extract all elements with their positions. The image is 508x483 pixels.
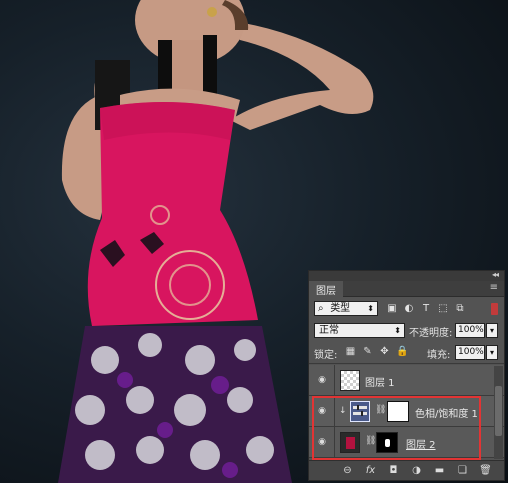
filter-kind-label: 类型 (330, 303, 351, 314)
fill-label: 填充: (427, 350, 451, 361)
search-icon: ⌕ (318, 303, 324, 314)
panel-tab-bar: 图层 ≡ (309, 281, 504, 297)
scrollbar-thumb[interactable] (495, 386, 502, 436)
chevron-updown-icon: ⬍ (367, 304, 374, 313)
layer-row[interactable]: ◉ 图层 1 (309, 365, 504, 396)
panel-bottom-toolbar: ⊖ fx ◘ ◑ ▬ ❏ 🗑 (309, 460, 504, 480)
fx-icon[interactable]: fx (364, 464, 377, 477)
layer-filter-row: ⌕ 类型 ⬍ ▣ ◐ T ⬚ ⧉ (309, 298, 504, 320)
delete-layer-icon[interactable]: 🗑 (479, 464, 492, 477)
chevron-updown-icon: ⬍ (394, 326, 401, 335)
lock-label: 锁定: (314, 350, 338, 361)
link-layers-icon[interactable]: ⊖ (341, 464, 354, 477)
highlight-box (312, 396, 481, 460)
layer-thumbnail (340, 370, 360, 391)
new-adjustment-layer-icon[interactable]: ◑ (410, 464, 423, 477)
filter-text-icon[interactable]: T (419, 302, 433, 316)
collapse-panel-button[interactable]: ◂◂ (492, 270, 499, 279)
lock-position-icon[interactable]: ✥ (379, 346, 390, 357)
filter-toggle-switch[interactable] (491, 303, 498, 315)
panel-title-bar: ◂◂ (309, 270, 504, 281)
fill-field[interactable]: 100% (455, 345, 485, 360)
filter-shape-icon[interactable]: ⬚ (436, 302, 450, 316)
layers-scrollbar[interactable] (494, 366, 503, 459)
filter-kind-select[interactable]: ⌕ 类型 ⬍ (314, 301, 378, 316)
blend-row: 正常 ⬍ 不透明度: 100% ▾ (309, 320, 504, 342)
fill-dropdown-icon[interactable]: ▾ (486, 345, 498, 360)
add-mask-icon[interactable]: ◘ (387, 464, 400, 477)
lock-image-pixels-icon[interactable]: ✎ (362, 346, 373, 357)
opacity-label: 不透明度: (409, 328, 453, 339)
new-layer-icon[interactable]: ❏ (456, 464, 469, 477)
blend-mode-value: 正常 (319, 325, 339, 336)
blend-mode-select[interactable]: 正常 ⬍ (314, 323, 405, 338)
layer-name[interactable]: 图层 1 (365, 374, 395, 389)
filter-smart-object-icon[interactable]: ⧉ (453, 302, 467, 316)
new-group-icon[interactable]: ▬ (433, 464, 446, 477)
filter-adjustment-icon[interactable]: ◐ (402, 302, 416, 316)
visibility-eye-icon[interactable]: ◉ (316, 375, 328, 385)
filter-pixel-icon[interactable]: ▣ (385, 302, 399, 316)
panel-menu-icon[interactable]: ≡ (490, 282, 498, 293)
lock-row: 锁定: ▦ ✎ ✥ 🔒 填充: 100% ▾ (309, 342, 504, 364)
opacity-field[interactable]: 100% (455, 323, 485, 338)
tab-layers[interactable]: 图层 (309, 281, 343, 297)
divider (334, 365, 335, 396)
filter-icon-group: ▣ ◐ T ⬚ ⧉ (385, 301, 470, 316)
opacity-dropdown-icon[interactable]: ▾ (486, 323, 498, 338)
lock-all-icon[interactable]: 🔒 (396, 346, 408, 357)
lock-transparent-pixels-icon[interactable]: ▦ (345, 346, 356, 357)
